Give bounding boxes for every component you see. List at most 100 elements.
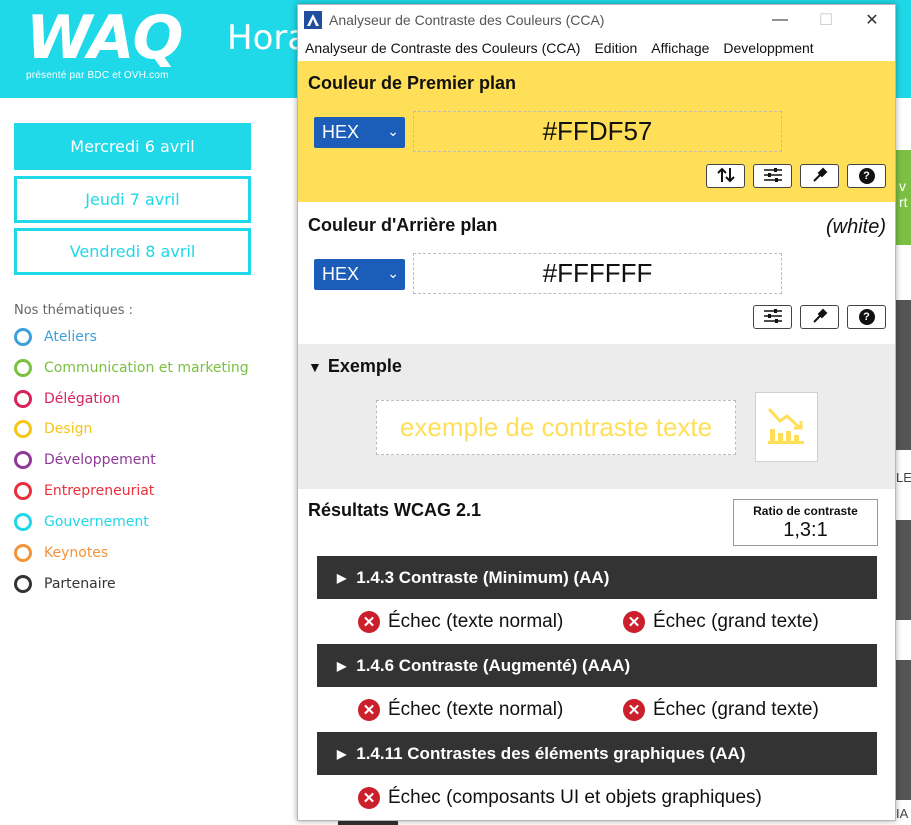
- theme-entrepreneuriat[interactable]: Entrepreneuriat: [14, 480, 154, 502]
- fail-x-icon: ✕: [358, 611, 380, 633]
- background-sliders-button[interactable]: [753, 305, 792, 329]
- theme-label: Keynotes: [44, 545, 109, 561]
- theme-ring-icon: [14, 513, 32, 531]
- results-title: Résultats WCAG 2.1: [308, 500, 482, 520]
- theme-developpement[interactable]: Développement: [14, 449, 156, 471]
- theme-ring-icon: [14, 544, 32, 562]
- event-card-fragment: [896, 660, 911, 800]
- swap-arrows-icon: [716, 167, 736, 186]
- triangle-down-icon: ▼: [308, 358, 322, 375]
- logo-mark: WAQ: [26, 3, 183, 73]
- example-text-preview: exemple de contraste texte: [376, 400, 736, 455]
- result-item: ✕ Échec (composants UI et objets graphiq…: [358, 783, 762, 813]
- page-title: Hora: [227, 18, 309, 58]
- background-eyedropper-button[interactable]: [800, 305, 839, 329]
- example-toggle[interactable]: ▼ Exemple: [308, 356, 402, 377]
- theme-ateliers[interactable]: Ateliers: [14, 326, 97, 348]
- swap-colors-button[interactable]: [706, 164, 745, 188]
- waq-logo[interactable]: WAQ présenté par BDC et OVH.com: [26, 8, 186, 88]
- example-section: ▼ Exemple exemple de contraste texte: [298, 344, 895, 489]
- background-title: Couleur d'Arrière plan: [308, 215, 498, 235]
- day-tab-thursday[interactable]: Jeudi 7 avril: [14, 176, 251, 223]
- foreground-help-button[interactable]: ?: [847, 164, 886, 188]
- contrast-ratio-box: Ratio de contraste 1,3:1: [733, 499, 878, 546]
- eyedropper-icon: [812, 308, 828, 327]
- minimize-button[interactable]: —: [757, 5, 803, 35]
- result-item: ✕ Échec (grand texte): [623, 695, 819, 725]
- help-icon: ?: [858, 168, 875, 184]
- sliders-icon: [763, 167, 783, 186]
- event-card-fragment: [896, 300, 911, 450]
- fragment-text: rt: [899, 194, 908, 210]
- background-format-select[interactable]: HEX ⌄: [314, 259, 405, 290]
- result-text: Échec (texte normal): [388, 699, 564, 720]
- result-text: Échec (grand texte): [653, 611, 819, 632]
- criterion-1-4-11-toggle[interactable]: ▶ 1.4.11 Contrastes des éléments graphiq…: [317, 732, 877, 775]
- result-text: Échec (texte normal): [388, 611, 564, 632]
- chart-decrease-icon: [766, 405, 808, 450]
- background-section: Couleur d'Arrière plan (white) HEX ⌄ #FF…: [298, 202, 895, 344]
- result-text: Échec (composants UI et objets graphique…: [388, 787, 762, 808]
- foreground-sliders-button[interactable]: [753, 164, 792, 188]
- theme-label: Ateliers: [44, 329, 97, 345]
- themes-title: Nos thématiques :: [14, 303, 134, 318]
- criterion-label: 1.4.11 Contrastes des éléments graphique…: [356, 743, 746, 763]
- event-card-fragment[interactable]: v rt: [896, 150, 911, 245]
- theme-partenaire[interactable]: Partenaire: [14, 573, 116, 595]
- contrast-ratio-label: Ratio de contraste: [753, 504, 858, 518]
- theme-label: Développement: [44, 452, 156, 468]
- theme-communication[interactable]: Communication et marketing: [14, 357, 249, 379]
- theme-keynotes[interactable]: Keynotes: [14, 542, 108, 564]
- format-value: HEX: [322, 122, 360, 142]
- theme-ring-icon: [14, 328, 32, 346]
- fail-x-icon: ✕: [358, 787, 380, 809]
- foreground-eyedropper-button[interactable]: [800, 164, 839, 188]
- theme-label: Communication et marketing: [44, 360, 249, 376]
- theme-label: Design: [44, 421, 93, 437]
- foreground-format-select[interactable]: HEX ⌄: [314, 117, 405, 148]
- fail-x-icon: ✕: [623, 611, 645, 633]
- background-color-name: (white): [825, 216, 886, 238]
- result-item: ✕ Échec (texte normal): [358, 695, 563, 725]
- background-help-button[interactable]: ?: [847, 305, 886, 329]
- sliders-icon: [763, 308, 783, 327]
- theme-label: Délégation: [44, 391, 121, 407]
- menu-affichage[interactable]: Affichage: [644, 37, 716, 59]
- theme-ring-icon: [14, 359, 32, 377]
- day-tab-wednesday[interactable]: Mercredi 6 avril: [14, 123, 251, 170]
- fragment-text: IA: [896, 806, 909, 821]
- criterion-label: 1.4.3 Contraste (Minimum) (AA): [356, 567, 610, 587]
- foreground-section: Couleur de Premier plan HEX ⌄ #FFDF57 ?: [298, 61, 895, 202]
- theme-delegation[interactable]: Délégation: [14, 388, 120, 410]
- maximize-button: ☐: [818, 12, 834, 29]
- triangle-right-icon: ▶: [337, 658, 347, 673]
- theme-label: Entrepreneuriat: [44, 483, 155, 499]
- criterion-label: 1.4.6 Contraste (Augmenté) (AAA): [356, 655, 631, 675]
- theme-gouvernement[interactable]: Gouvernement: [14, 511, 149, 533]
- menu-developpment[interactable]: Developpment: [716, 37, 820, 59]
- logo-sponsors: présenté par BDC et OVH.com: [26, 70, 169, 81]
- foreground-hex-input[interactable]: #FFDF57: [413, 111, 782, 152]
- theme-ring-icon: [14, 390, 32, 408]
- chevron-down-icon: ⌄: [387, 265, 399, 281]
- day-tab-friday[interactable]: Vendredi 8 avril: [14, 228, 251, 275]
- menu-app[interactable]: Analyseur de Contraste des Couleurs (CCA…: [298, 37, 587, 59]
- theme-ring-icon: [14, 575, 32, 593]
- theme-ring-icon: [14, 451, 32, 469]
- theme-design[interactable]: Design: [14, 418, 92, 440]
- contrast-ratio-value: 1,3:1: [783, 519, 828, 541]
- result-item: ✕ Échec (texte normal): [358, 607, 563, 637]
- fragment-text: v: [899, 178, 906, 194]
- format-value: HEX: [322, 264, 360, 284]
- menu-edition[interactable]: Edition: [587, 37, 644, 59]
- criterion-1-4-3-toggle[interactable]: ▶ 1.4.3 Contraste (Minimum) (AA): [317, 556, 877, 599]
- criterion-1-4-6-toggle[interactable]: ▶ 1.4.6 Contraste (Augmenté) (AAA): [317, 644, 877, 687]
- help-icon: ?: [858, 309, 875, 325]
- foreground-title: Couleur de Premier plan: [308, 73, 517, 93]
- background-hex-input[interactable]: #FFFFFF: [413, 253, 782, 294]
- triangle-right-icon: ▶: [337, 746, 347, 761]
- fail-x-icon: ✕: [623, 699, 645, 721]
- cca-app-icon: [304, 11, 322, 29]
- window-titlebar[interactable]: Analyseur de Contraste des Couleurs (CCA…: [298, 5, 895, 35]
- close-button[interactable]: ✕: [849, 5, 895, 35]
